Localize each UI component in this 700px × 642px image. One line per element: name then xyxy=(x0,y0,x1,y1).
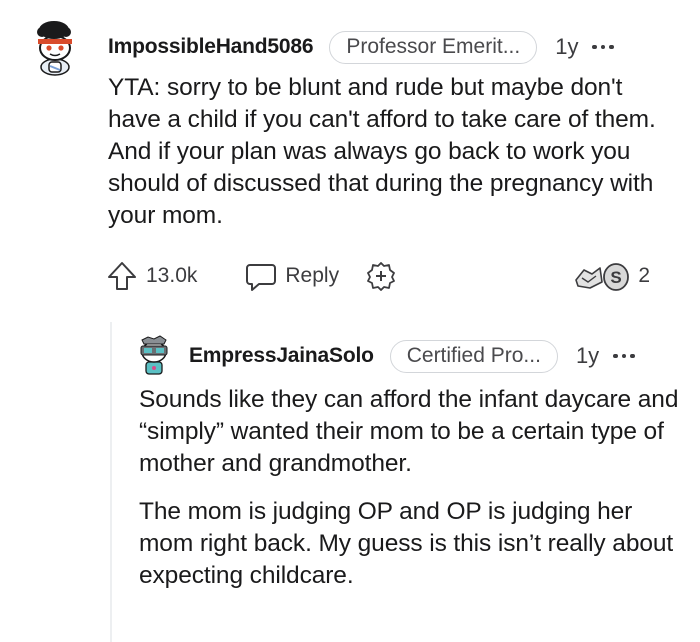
awards-display[interactable]: S 2 xyxy=(572,260,650,292)
user-flair: Professor Emerit... xyxy=(329,30,538,64)
comment-paragraph: Sounds like they can afford the infant d… xyxy=(139,386,679,477)
user-flair: Certified Pro... xyxy=(389,339,558,373)
awards-icon: S xyxy=(575,263,630,291)
speech-bubble-icon xyxy=(246,264,277,291)
give-award-button[interactable] xyxy=(365,260,397,292)
award-count: 2 xyxy=(638,264,650,287)
user-avatar[interactable] xyxy=(28,18,82,76)
more-options-button[interactable] xyxy=(592,44,614,50)
snoo-avatar-icon xyxy=(37,21,72,76)
comment-age: 1y xyxy=(555,34,579,59)
reply-label: Reply xyxy=(285,264,340,287)
comment-body: YTA: sorry to be blunt and rude but mayb… xyxy=(108,72,678,232)
reply-button[interactable]: Reply xyxy=(245,260,339,292)
ellipsis-icon xyxy=(613,353,618,359)
ellipsis-icon xyxy=(592,44,597,50)
vote-count: 13.0k xyxy=(146,264,198,287)
username[interactable]: EmpressJainaSolo xyxy=(189,344,374,368)
thread-line[interactable] xyxy=(110,322,112,642)
snoo-avatar-icon xyxy=(140,335,168,375)
comment-header: ImpossibleHand5086 Professor Emerit... 1… xyxy=(108,30,614,64)
comment-age: 1y xyxy=(575,343,600,368)
plus-circle-icon xyxy=(367,262,395,291)
comment-paragraph: The mom is judging OP and OP is judging … xyxy=(139,498,674,589)
comment-paragraph: YTA: sorry to be blunt and rude but mayb… xyxy=(108,74,656,229)
upvote-arrow-icon xyxy=(108,262,136,290)
comment-body: Sounds like they can afford the infant d… xyxy=(139,384,684,608)
user-avatar[interactable] xyxy=(136,334,172,376)
comment-actions: 13.0k Reply S 2 xyxy=(106,256,676,296)
svg-text:S: S xyxy=(611,268,622,287)
comment-header: EmpressJainaSolo Certified Pro... 1y xyxy=(189,339,635,373)
username[interactable]: ImpossibleHand5086 xyxy=(108,35,314,59)
upvote-button[interactable]: 13.0k xyxy=(106,260,197,292)
more-options-button[interactable] xyxy=(613,353,635,359)
